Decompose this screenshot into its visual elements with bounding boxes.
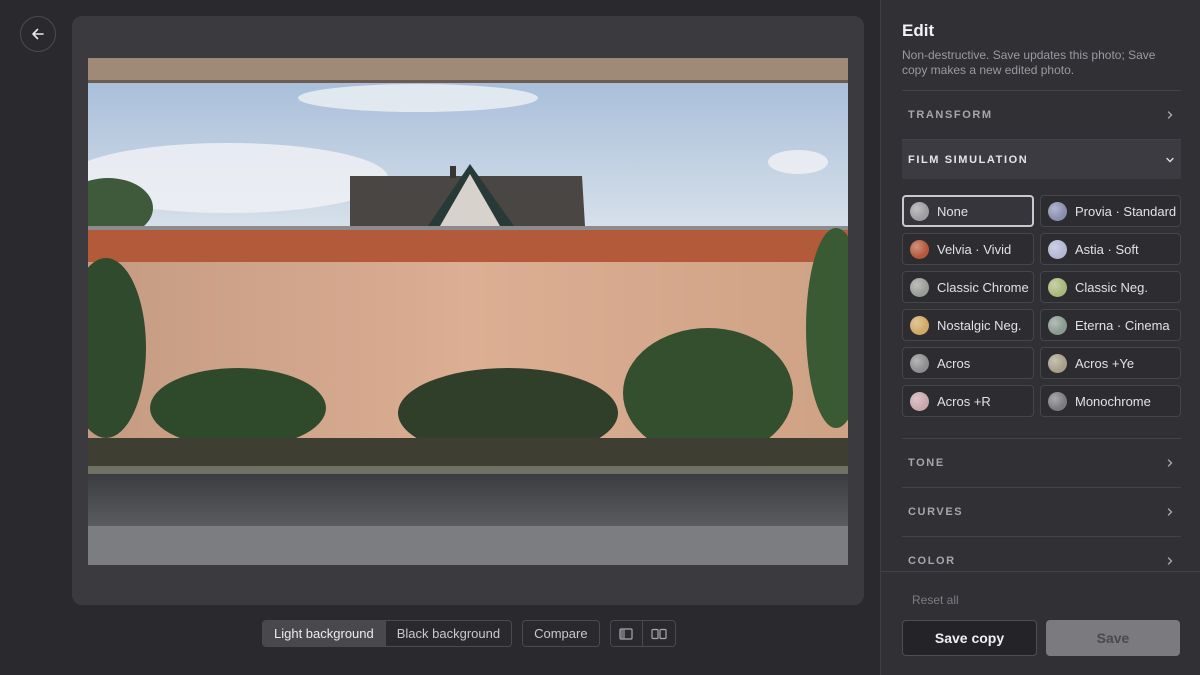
color-swatch-icon	[1048, 315, 1067, 335]
film-sim-label: Classic Neg.	[1075, 279, 1148, 295]
film-sim-label: Provia · Standard	[1075, 203, 1177, 219]
film-sim-label: Eterna · Cinema	[1075, 317, 1170, 333]
chevron-right-icon	[1167, 111, 1173, 119]
film-sim-option[interactable]: Classic Chrome	[902, 271, 1034, 303]
black-background-button[interactable]: Black background	[385, 621, 512, 646]
section-label: FILM SIMULATION	[908, 153, 1029, 166]
color-swatch-icon	[1048, 201, 1067, 221]
film-sim-label: Velvia · Vivid	[937, 241, 1012, 257]
film-sim-option[interactable]: Astia · Soft	[1040, 233, 1181, 265]
reset-all-button[interactable]: Reset all	[912, 593, 959, 607]
section-label: TRANSFORM	[908, 109, 993, 121]
section-curves[interactable]: CURVES	[902, 487, 1181, 536]
color-swatch-icon	[910, 353, 929, 373]
film-sim-option[interactable]: Eterna · Cinema	[1040, 309, 1181, 341]
color-swatch-icon	[1048, 391, 1067, 411]
color-swatch-icon	[910, 277, 929, 297]
section-label: COLOR	[908, 555, 956, 567]
color-swatch-icon	[910, 315, 929, 335]
chevron-right-icon	[1167, 508, 1173, 516]
film-sim-option[interactable]: Acros	[902, 347, 1034, 379]
film-sim-option[interactable]: Acros +Ye	[1040, 347, 1181, 379]
color-swatch-icon	[910, 239, 929, 259]
side-by-side-icon	[650, 628, 667, 639]
compare-layout-group	[609, 620, 676, 647]
film-sim-label: Classic Chrome	[937, 279, 1029, 295]
view-toolbar: Light background Black background Compar…	[262, 620, 676, 647]
photo-preview	[88, 58, 848, 565]
film-sim-option[interactable]: Monochrome	[1040, 385, 1181, 417]
compare-button[interactable]: Compare	[523, 621, 599, 646]
split-view-button[interactable]	[610, 621, 643, 646]
panel-subtitle: Non-destructive. Save updates this photo…	[902, 48, 1156, 77]
side-by-side-button[interactable]	[642, 621, 675, 646]
color-swatch-icon	[1048, 353, 1067, 373]
color-swatch-icon	[1048, 277, 1067, 297]
edit-panel: Edit Non-destructive. Save updates this …	[880, 0, 1200, 675]
section-label: TONE	[908, 457, 945, 469]
color-swatch-icon	[910, 201, 929, 221]
film-sim-label: Astia · Soft	[1075, 241, 1139, 257]
film-sim-label: None	[937, 203, 969, 219]
film-sim-label: Acros	[937, 355, 971, 371]
panel-footer: Reset all Save copy Save	[881, 571, 1200, 675]
section-film-simulation[interactable]: FILM SIMULATION	[902, 139, 1181, 179]
back-button[interactable]	[20, 16, 56, 52]
film-sim-label: Acros +Ye	[1075, 355, 1135, 371]
color-swatch-icon	[1048, 239, 1067, 259]
save-copy-button[interactable]: Save copy	[902, 620, 1037, 656]
film-sim-option[interactable]: Classic Neg.	[1040, 271, 1181, 303]
background-toggle: Light background Black background	[262, 620, 513, 647]
chevron-right-icon	[1167, 557, 1173, 565]
film-sim-label: Nostalgic Neg.	[937, 317, 1022, 333]
save-button[interactable]: Save	[1046, 620, 1180, 656]
section-tone[interactable]: TONE	[902, 438, 1181, 487]
split-view-icon	[619, 627, 633, 640]
section-label: CURVES	[908, 506, 964, 518]
compare-group: Compare	[522, 620, 600, 647]
edit-panel-scroll[interactable]: Edit Non-destructive. Save updates this …	[902, 0, 1181, 571]
film-sim-option[interactable]: Nostalgic Neg.	[902, 309, 1034, 341]
film-sim-option[interactable]: Velvia · Vivid	[902, 233, 1034, 265]
section-transform[interactable]: TRANSFORM	[902, 90, 1181, 139]
light-background-button[interactable]: Light background	[263, 621, 386, 646]
chevron-right-icon	[1167, 459, 1173, 467]
film-sim-option[interactable]: Provia · Standard	[1040, 195, 1181, 227]
photo-stage	[72, 16, 864, 605]
color-swatch-icon	[910, 391, 929, 411]
film-sim-label: Monochrome	[1075, 393, 1151, 409]
chevron-down-icon	[1166, 157, 1174, 162]
film-simulation-grid: None Provia · Standard Velvia · Vivid Astia…	[902, 179, 1181, 438]
film-sim-option[interactable]: None	[902, 195, 1034, 227]
panel-title: Edit	[902, 21, 935, 40]
section-color[interactable]: COLOR	[902, 536, 1181, 571]
arrow-left-icon	[32, 28, 44, 40]
film-sim-option[interactable]: Acros +R	[902, 385, 1034, 417]
film-sim-label: Acros +R	[937, 393, 991, 409]
